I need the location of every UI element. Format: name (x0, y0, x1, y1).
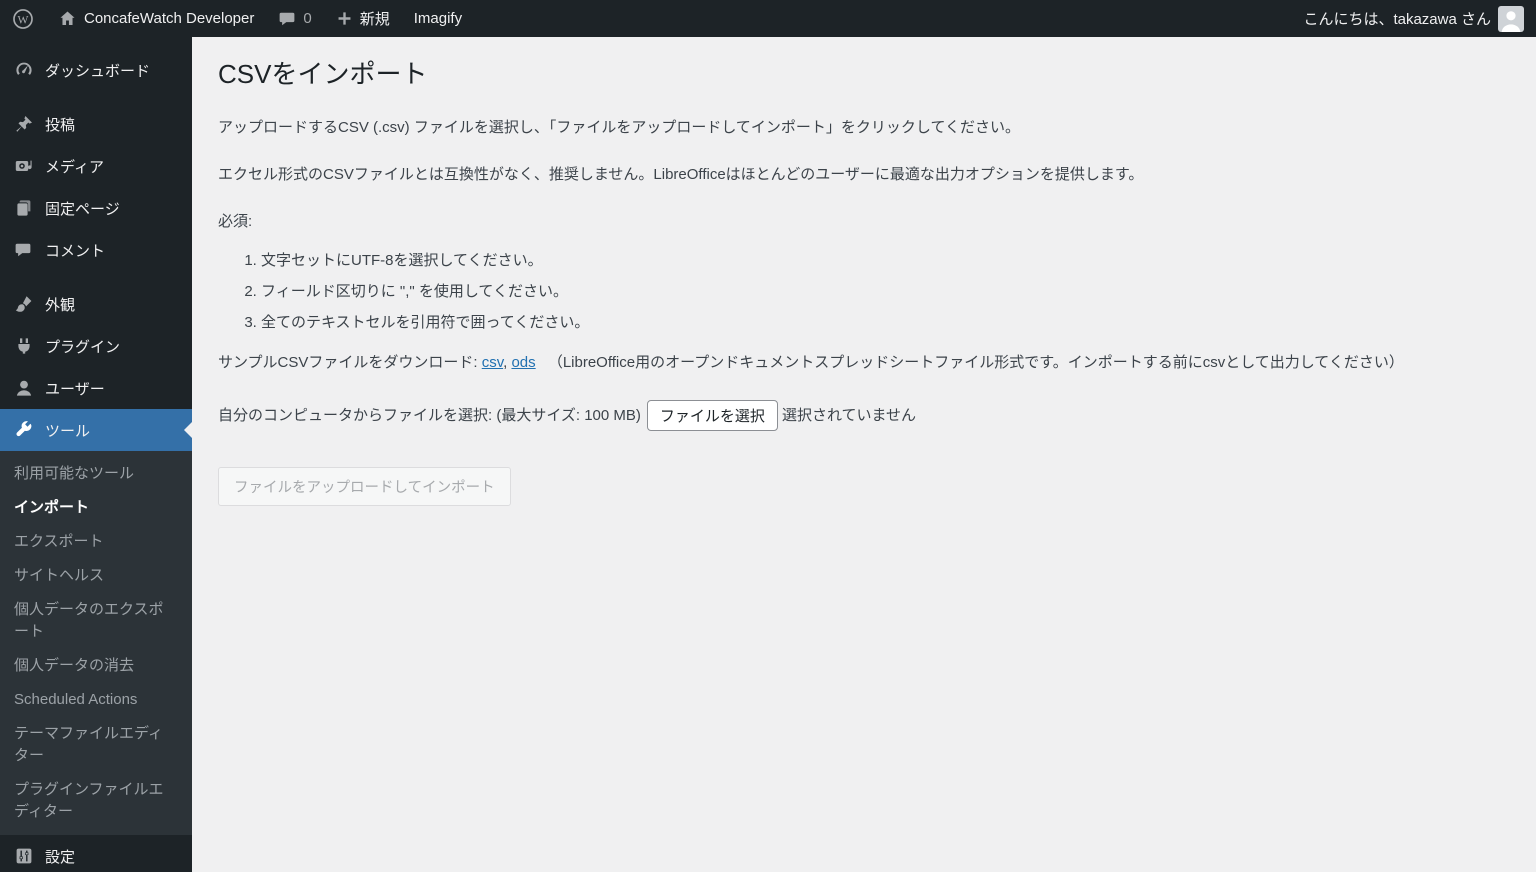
submenu-item-theme-file-editor[interactable]: テーマファイルエディター (0, 717, 192, 773)
imagify-menu-item[interactable]: Imagify (402, 0, 474, 37)
site-name: ConcafeWatch Developer (84, 10, 255, 27)
sidebar-item-appearance[interactable]: 外観 (0, 283, 192, 325)
ods-sample-link[interactable]: ods (511, 354, 535, 371)
brush-icon (14, 294, 34, 314)
submenu-item-available-tools[interactable]: 利用可能なツール (0, 457, 192, 491)
settings-icon (14, 846, 34, 866)
file-picker-status: 選択されていません (781, 406, 917, 424)
sidebar-item-plugins[interactable]: プラグイン (0, 325, 192, 367)
submenu-item-import[interactable]: インポート (0, 491, 192, 525)
dashboard-icon (14, 60, 34, 80)
sidebar-label: 外観 (45, 296, 76, 314)
comments-bubble-icon (278, 10, 296, 28)
submenu-item-scheduled-actions[interactable]: Scheduled Actions (0, 683, 192, 717)
avatar (1498, 5, 1524, 32)
sidebar-label: ダッシュボード (45, 62, 151, 80)
submenu-item-erase-personal-data[interactable]: 個人データの消去 (0, 649, 192, 683)
sidebar-label: 設定 (45, 848, 76, 866)
sidebar-item-pages[interactable]: 固定ページ (0, 187, 192, 229)
sidebar-label: 投稿 (45, 116, 76, 134)
menu-separator (0, 271, 192, 283)
comments-link[interactable]: 0 (266, 0, 323, 37)
sidebar-item-settings[interactable]: 設定 (0, 835, 192, 872)
wordpress-logo-button[interactable]: W (0, 0, 46, 37)
menu-separator (0, 91, 192, 103)
excel-compat-note: エクセル形式のCSVファイルとは互換性がなく、推奨しません。LibreOffic… (218, 165, 1144, 183)
admin-bar: W ConcafeWatch Developer 0 新規 Imagify こん… (0, 0, 1536, 37)
upload-import-button[interactable]: ファイルをアップロードしてインポート (218, 467, 511, 507)
requirement-item: 文字セットにUTF-8を選択してください。 (261, 249, 1510, 270)
comment-count: 0 (303, 10, 312, 27)
required-label: 必須: (218, 212, 253, 230)
sidebar-label: 固定ページ (45, 200, 120, 218)
csv-sample-link[interactable]: csv (482, 354, 503, 371)
sidebar-label: コメント (45, 242, 106, 260)
sidebar-item-comments[interactable]: コメント (0, 229, 192, 271)
sidebar-item-users[interactable]: ユーザー (0, 367, 192, 409)
new-label: 新規 (359, 11, 390, 28)
file-picker-row: 自分のコンピュータからファイルを選択: (最大サイズ: 100 MB) ファイル… (218, 400, 1510, 432)
admin-sidebar: ダッシュボード 投稿 メディア 固定ページ コメント 外観 プラグイン ユーザー… (0, 37, 192, 872)
plus-icon (336, 10, 353, 27)
sample-prefix: サンプルCSVファイルをダウンロード: (218, 354, 478, 372)
submenu-item-site-health[interactable]: サイトヘルス (0, 559, 192, 593)
new-content-button[interactable]: 新規 (324, 0, 402, 37)
sample-download-line: サンプルCSVファイルをダウンロード: csv, ods （LibreOffic… (218, 352, 1510, 374)
svg-text:W: W (18, 14, 29, 26)
imagify-label: Imagify (413, 10, 463, 27)
file-picker-label: 自分のコンピュータからファイルを選択: (最大サイズ: 100 MB) (218, 406, 641, 424)
home-icon (58, 9, 77, 28)
greeting-text: こんにちは、takazawa さん (1303, 11, 1491, 28)
wrench-icon (14, 420, 34, 440)
plugin-icon (14, 336, 34, 356)
media-icon (14, 156, 34, 176)
requirement-item: フィールド区切りに "," を使用してください。 (261, 280, 1510, 301)
submenu-item-export[interactable]: エクスポート (0, 525, 192, 559)
sidebar-label: プラグイン (45, 338, 121, 356)
tools-submenu: 利用可能なツール インポート エクスポート サイトヘルス 個人データのエクスポー… (0, 451, 192, 835)
wordpress-logo-icon: W (12, 8, 34, 30)
sidebar-item-dashboard[interactable]: ダッシュボード (0, 49, 192, 91)
submenu-item-export-personal-data[interactable]: 個人データのエクスポート (0, 593, 192, 649)
submenu-item-plugin-file-editor[interactable]: プラグインファイルエディター (0, 773, 192, 829)
sidebar-item-media[interactable]: メディア (0, 145, 192, 187)
pages-icon (14, 198, 34, 218)
choose-file-button[interactable]: ファイルを選択 (646, 400, 778, 432)
user-icon (14, 378, 34, 398)
sidebar-label: メディア (45, 158, 104, 176)
sidebar-label: ユーザー (45, 380, 105, 398)
requirement-item: 全てのテキストセルを引用符で囲ってください。 (261, 311, 1510, 332)
my-account-link[interactable]: こんにちは、takazawa さん (1301, 0, 1526, 37)
sidebar-label: ツール (45, 422, 91, 440)
link-separator: , (503, 354, 508, 372)
intro-text: アップロードするCSV (.csv) ファイルを選択し、「ファイルをアップロード… (218, 119, 1020, 137)
sidebar-item-posts[interactable]: 投稿 (0, 103, 192, 145)
comment-icon (14, 241, 34, 259)
main-content: CSVをインポート アップロードするCSV (.csv) ファイルを選択し、「フ… (192, 37, 1536, 528)
pin-icon (14, 114, 34, 134)
sidebar-item-tools[interactable]: ツール (0, 409, 192, 451)
requirements-list: 文字セットにUTF-8を選択してください。 フィールド区切りに "," を使用し… (218, 249, 1510, 332)
sample-note: （LibreOffice用のオープンドキュメントスプレッドシートファイル形式です… (547, 354, 1404, 372)
page-title: CSVをインポート (218, 59, 428, 89)
site-name-link[interactable]: ConcafeWatch Developer (46, 0, 266, 37)
